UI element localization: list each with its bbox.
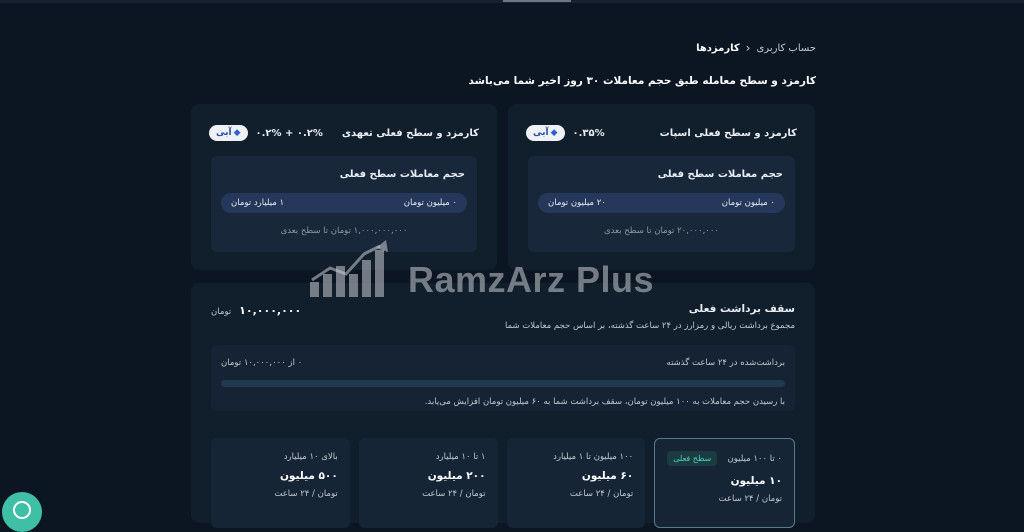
page-headline: کارمزد و سطح معامله طبق حجم معاملات ۳۰ ر… [468,75,816,87]
futures-fee-card: کارمزد و سطح فعلی تعهدی ۰.۲% + ۰.۲% ◆ آب… [191,104,497,270]
diamond-icon: ◆ [233,128,241,138]
spot-to-next-level: ۲۰,۰۰۰,۰۰۰ تومان تا سطح بعدی [603,226,719,236]
limit-amount: ۱۰,۰۰۰,۰۰۰ تومان [211,304,301,317]
current-level-badge: سطح فعلی [667,451,718,466]
spot-fee-group: ۰.۳۵% ◆ آبی [526,125,605,141]
tier-range: ۰ تا ۱۰۰ میلیون [727,454,782,464]
spot-range-to: ۲۰ میلیون تومان [548,198,606,208]
withdrawal-progress-box: برداشت‌شده در ۲۴ ساعت گذشته ۰ از ۱۰,۰۰۰,… [211,345,795,411]
tier-amount: ۱۰ میلیون [730,475,782,487]
tier-unit: تومان / ۲۴ ساعت [274,489,338,499]
tier-unit: تومان / ۲۴ ساعت [422,489,486,499]
tier-unit: تومان / ۲۴ ساعت [569,489,634,499]
spot-range-bar: ۰ میلیون تومان ۲۰ میلیون تومان [538,193,785,213]
more-icon[interactable]: ••• [916,0,934,5]
spot-card-title: کارمزد و سطح فعلی اسپات [659,127,797,139]
chevron-left-icon: ‹ [745,41,751,55]
breadcrumb: حساب کاربری ‹ کارمزدها [696,41,816,55]
futures-range-from: ۰ میلیون تومان [403,198,457,208]
progress-note: با رسیدن حجم معاملات به ۱۰۰ میلیون تومان… [424,397,785,407]
withdrawal-limit-card: سقف برداشت فعلی مجموع برداشت ریالی و رمز… [191,283,815,528]
spot-range-from: ۰ میلیون تومان [721,198,775,208]
futures-card-header: کارمزد و سطح فعلی تعهدی ۰.۲% + ۰.۲% ◆ آب… [209,122,479,144]
spot-volume-box: حجم معاملات سطح فعلی ۰ میلیون تومان ۲۰ م… [528,156,795,252]
tier-range: ۱ تا ۱۰ میلیارد [435,452,486,462]
breadcrumb-home-link[interactable]: حساب کاربری [756,43,816,54]
chat-support-icon [13,501,31,519]
progress-bar [221,380,785,387]
futures-card-title: کارمزد و سطح فعلی تعهدی [341,127,479,139]
futures-range-bar: ۰ میلیون تومان ۱ میلیارد تومان [221,193,467,213]
spot-volume-title: حجم معاملات سطح فعلی [657,169,783,180]
progress-label: برداشت‌شده در ۲۴ ساعت گذشته [666,358,785,368]
futures-volume-title: حجم معاملات سطح فعلی [339,169,465,180]
chat-support-button[interactable] [2,492,42,532]
futures-tier-label: آبی [216,128,232,138]
spot-fee-value: ۰.۳۵% [572,127,605,139]
spot-card-header: کارمزد و سطح فعلی اسپات ۰.۳۵% ◆ آبی [526,122,797,144]
futures-range-to: ۱ میلیارد تومان [231,198,285,208]
limit-title: سقف برداشت فعلی [688,303,795,315]
tier-range: ۱۰۰ میلیون تا ۱ میلیارد [553,452,634,462]
tier-amount: ۵۰۰ میلیون [279,470,338,482]
futures-volume-box: حجم معاملات سطح فعلی ۰ میلیون تومان ۱ می… [211,156,477,252]
tier-amount: ۲۰۰ میلیون [427,470,486,482]
progress-used-text: ۰ از ۱۰,۰۰۰,۰۰۰ تومان [221,358,303,368]
breadcrumb-current: کارمزدها [696,42,740,54]
limit-amount-value: ۱۰,۰۰۰,۰۰۰ [239,304,302,317]
tier-range: بالای ۱۰ میلیارد [283,452,338,462]
limit-subtitle: مجموع برداشت ریالی و رمزارز در ۲۴ ساعت گ… [504,321,795,331]
tier-unit: تومان / ۲۴ ساعت [718,494,782,504]
spot-tier-badge: ◆ آبی [526,125,565,141]
active-tab-indicator [503,0,571,2]
top-bar: ••• [0,0,1024,5]
spot-fee-card: کارمزد و سطح فعلی اسپات ۰.۳۵% ◆ آبی حجم … [508,104,815,270]
diamond-icon: ◆ [550,128,558,138]
futures-fee-group: ۰.۲% + ۰.۲% ◆ آبی [209,125,323,141]
futures-tier-badge: ◆ آبی [209,125,248,141]
futures-fee-value: ۰.۲% + ۰.۲% [255,127,323,139]
tier-amount: ۶۰ میلیون [581,470,634,482]
spot-tier-label: آبی [533,128,549,138]
futures-to-next-level: ۱,۰۰۰,۰۰۰,۰۰۰ تومان تا سطح بعدی [280,226,408,236]
limit-amount-unit: تومان [211,307,232,317]
